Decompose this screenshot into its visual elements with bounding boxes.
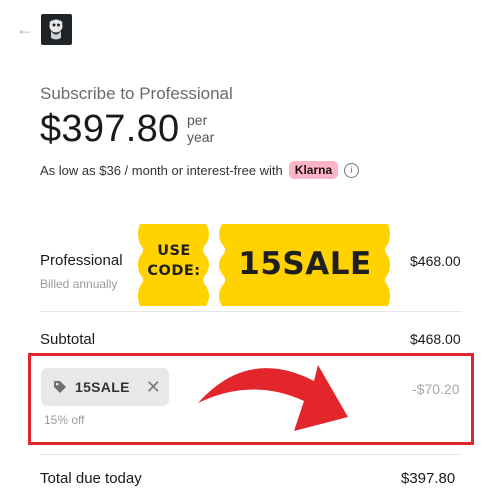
line-item-price: $468.00 (410, 253, 461, 269)
promo-description: 15% off (44, 413, 85, 427)
subtotal-value: $468.00 (410, 331, 461, 347)
divider (40, 311, 462, 312)
klarna-badge: Klarna (288, 161, 339, 179)
line-item-name: Professional (40, 252, 123, 269)
promo-code-text: 15SALE (75, 379, 130, 395)
subtotal-label: Subtotal (40, 331, 96, 348)
back-arrow-icon[interactable]: ← (16, 20, 34, 38)
subscribe-title: Subscribe to Professional (40, 84, 233, 103)
billing-period-line1: per (187, 112, 208, 128)
discount-amount: -$70.20 (412, 381, 460, 397)
ticket-line1: USE (157, 243, 191, 259)
brand-logo-icon (41, 14, 72, 45)
ticket-line2: CODE: (147, 263, 201, 279)
billing-period: per year (187, 112, 214, 146)
divider (40, 454, 462, 455)
total-label: Total due today (40, 470, 142, 487)
tag-icon (54, 381, 66, 393)
ticket-code: 15SALE (238, 246, 372, 282)
installment-info: As low as $36 / month or interest-free w… (40, 161, 360, 179)
promo-code-chip: 15SALE ✕ (41, 368, 169, 406)
curved-arrow-icon (198, 365, 348, 431)
price-amount: $397.80 (40, 108, 180, 150)
line-item-billing: Billed annually (40, 277, 118, 291)
close-icon[interactable]: ✕ (146, 378, 161, 396)
ticket-use-code-label: USE CODE: (136, 241, 212, 281)
info-icon[interactable]: i (344, 162, 360, 178)
total-value: $397.80 (401, 470, 456, 487)
installment-text: As low as $36 / month or interest-free w… (40, 162, 283, 178)
billing-period-line2: year (187, 129, 215, 145)
